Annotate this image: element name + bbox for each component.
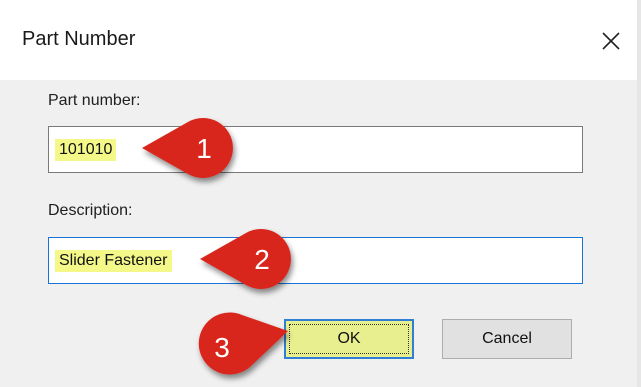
callout-1: 1 <box>138 112 250 189</box>
callout-3: 3 <box>182 307 294 387</box>
description-input[interactable]: Slider Fastener <box>48 237 583 284</box>
dialog-title: Part Number <box>22 28 136 50</box>
part-number-label: Part number: <box>48 92 141 109</box>
callout-3-number: 3 <box>214 332 230 363</box>
title-bar[interactable]: Part Number <box>0 0 641 80</box>
part-number-dialog: Part Number Part number: 101010 Descript… <box>0 0 641 387</box>
description-value: Slider Fastener <box>55 250 172 272</box>
part-number-value: 101010 <box>55 139 117 161</box>
part-number-input[interactable]: 101010 <box>48 126 583 173</box>
callout-2-number: 2 <box>254 244 270 275</box>
callout-1-number: 1 <box>196 133 212 164</box>
dialog-border <box>637 0 641 387</box>
ok-button[interactable]: OK <box>284 319 414 359</box>
callout-2: 2 <box>196 223 308 300</box>
description-label: Description: <box>48 202 133 219</box>
close-icon[interactable] <box>596 26 626 56</box>
cancel-button[interactable]: Cancel <box>442 319 572 359</box>
